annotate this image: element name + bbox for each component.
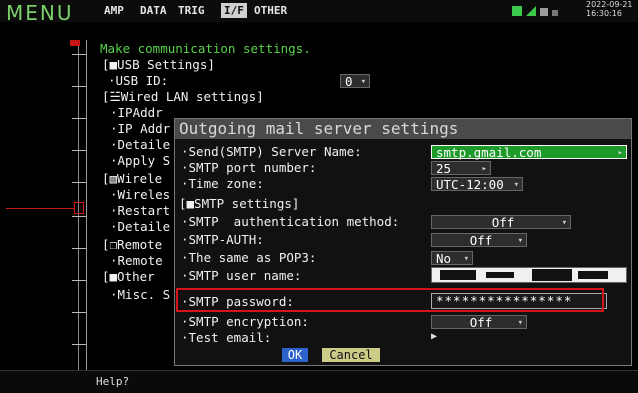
ok-button[interactable]: OK — [282, 348, 308, 362]
chevron-down-icon: ▾ — [517, 236, 523, 246]
smtp-auth-label: ·SMTP-AUTH: — [181, 232, 264, 247]
usb-id-select[interactable]: 0 ▾ — [340, 74, 370, 89]
top-tab-bar: MENU AMP DATA TRIG I/F OTHER 2022-09-21 … — [0, 0, 638, 25]
other-section: [■Other — [102, 269, 155, 284]
chevron-down-icon: ▾ — [513, 180, 519, 190]
panel-heading: Make communication settings. — [100, 41, 311, 56]
chevron-right-icon: ▸ — [481, 164, 487, 174]
menu-button[interactable]: MENU — [6, 1, 74, 25]
smtp-settings-section: [■SMTP settings] — [179, 196, 300, 211]
chevron-down-icon: ▾ — [517, 318, 523, 328]
tab-amp[interactable]: AMP — [104, 4, 124, 17]
same-as-pop3-label: ·The same as POP3: — [181, 250, 317, 265]
same-as-pop3-select[interactable]: No ▾ — [431, 251, 473, 266]
auth-method-label: ·SMTP authentication method: — [181, 214, 400, 229]
detailed-item[interactable]: ·Detaile — [110, 138, 170, 152]
password-highlight-box — [176, 288, 604, 312]
channel-badge — [70, 40, 80, 46]
ip-addr-item[interactable]: ·IP Addr — [110, 122, 170, 136]
dialog-title: Outgoing mail server settings — [175, 119, 631, 139]
smtp-server-label: ·Send(SMTP) Server Name: — [181, 144, 362, 159]
test-email-label: ·Test email: — [181, 330, 272, 345]
smtp-port-select[interactable]: 25 ▸ — [431, 161, 491, 176]
smtp-encryption-select[interactable]: Off ▾ — [431, 315, 527, 330]
tab-other[interactable]: OTHER — [254, 4, 287, 17]
chevron-down-icon: ▾ — [463, 254, 469, 264]
remote-item[interactable]: ·Remote — [110, 254, 163, 268]
smtp-settings-dialog: Outgoing mail server settings ·Send(SMTP… — [174, 118, 632, 366]
time-zone-label: ·Time zone: — [181, 176, 264, 191]
ipaddr-item[interactable]: ·IPAddr — [110, 106, 163, 120]
smtp-port-label: ·SMTP port number: — [181, 160, 317, 175]
smtp-user-name-input[interactable] — [431, 267, 627, 283]
restart-item[interactable]: ·Restart — [110, 204, 170, 218]
detailed-wireless-item[interactable]: ·Detaile — [110, 220, 170, 234]
trigger-marker — [74, 202, 84, 214]
misc-settings-item[interactable]: ·Misc. S — [110, 288, 170, 302]
usb-id-label: ·USB ID: — [108, 73, 169, 88]
redacted-user-name — [440, 269, 608, 281]
chevron-down-icon: ▾ — [360, 77, 366, 87]
datetime: 2022-09-21 16:30:16 — [586, 0, 633, 18]
storage-icon — [540, 8, 548, 16]
status-icons — [512, 6, 558, 16]
wired-lan-section: [☱Wired LAN settings] — [102, 89, 264, 104]
auth-method-select[interactable]: Off ▾ — [431, 215, 571, 230]
chevron-right-icon: ▸ — [617, 148, 623, 158]
tab-if[interactable]: I/F — [221, 3, 247, 18]
tab-data[interactable]: DATA — [140, 4, 167, 17]
wireless-section: [▧Wirele — [102, 171, 163, 186]
wireless-item[interactable]: ·Wireles — [110, 188, 170, 202]
help-bar: Help? — [0, 370, 638, 393]
smtp-user-name-label: ·SMTP user name: — [181, 268, 302, 283]
apply-settings-item[interactable]: ·Apply S — [110, 154, 170, 168]
network-icon — [552, 10, 558, 16]
waveform-trace — [6, 208, 74, 209]
smtp-auth-select[interactable]: Off ▾ — [431, 233, 527, 248]
battery-icon — [512, 6, 522, 16]
smtp-server-input[interactable]: smtp.gmail.com ▸ — [431, 145, 627, 160]
time-zone-select[interactable]: UTC-12:00 ▾ — [431, 177, 523, 192]
usb-section: [■USB Settings] — [102, 57, 215, 72]
test-email-button[interactable]: ▶ — [431, 331, 441, 343]
remote-section: [❐Remote — [102, 237, 163, 252]
help-text: Help? — [96, 375, 130, 388]
smtp-encryption-label: ·SMTP encryption: — [181, 314, 309, 329]
chevron-down-icon: ▾ — [561, 218, 567, 228]
cancel-button[interactable]: Cancel — [322, 348, 380, 362]
tab-trig[interactable]: TRIG — [178, 4, 205, 17]
signal-icon — [526, 6, 536, 16]
